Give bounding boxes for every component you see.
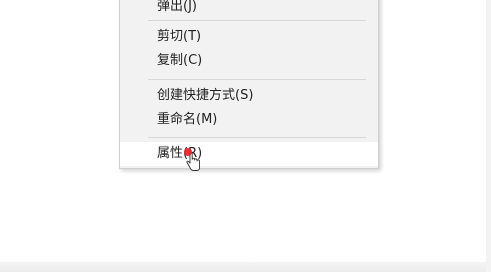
menu-item-rename[interactable]: 重命名(M) [120,108,378,132]
page-bottom-strip [0,262,491,272]
menu-item-properties[interactable]: 属性(R) [120,142,378,166]
menu-separator [148,79,366,80]
red-dot-marker-icon [184,148,192,156]
menu-item-copy[interactable]: 复制(C) [120,49,378,73]
hand-pointer-icon [184,148,202,172]
page-right-edge [486,0,491,272]
menu-item-eject[interactable]: 弹出(J) [120,0,378,19]
context-menu: 弹出(J) 剪切(T) 复制(C) 创建快捷方式(S) 重命名(M) 属性(R) [119,0,379,169]
menu-separator [148,20,366,21]
menu-item-cut[interactable]: 剪切(T) [120,25,378,49]
menu-separator [148,137,366,138]
menu-item-create-shortcut[interactable]: 创建快捷方式(S) [120,84,378,108]
